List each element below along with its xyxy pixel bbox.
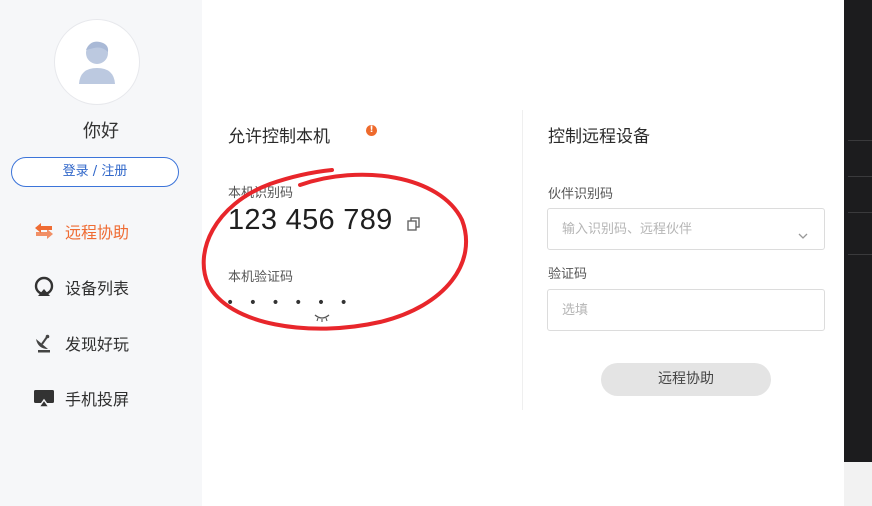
sidebar: 你好 登录 / 注册 远程协助 设备列表 发现好玩 手机投屏 (0, 0, 202, 506)
screen-cast-icon (32, 386, 56, 410)
eye-closed-icon[interactable] (314, 307, 330, 326)
login-register-button[interactable]: 登录 / 注册 (11, 157, 179, 187)
sidebar-item-label: 发现好玩 (65, 335, 130, 354)
remote-assist-button[interactable]: 远程协助 (601, 363, 771, 396)
sidebar-item-remote-assist[interactable]: 远程协助 (32, 219, 129, 243)
background-strip (844, 462, 872, 506)
verify-code-input[interactable] (562, 300, 792, 320)
partner-id-field[interactable] (547, 208, 825, 250)
local-id-label: 本机识别码 (228, 186, 294, 201)
user-avatar-icon (79, 41, 115, 84)
sidebar-item-discover[interactable]: 发现好玩 (32, 331, 129, 355)
sidebar-item-label: 手机投屏 (65, 390, 130, 409)
verify-code-label: 验证码 (548, 267, 588, 282)
warning-dot-icon[interactable]: ! (366, 125, 377, 136)
greeting-text: 你好 (83, 121, 119, 142)
satellite-dish-icon (32, 331, 56, 355)
sidebar-item-device-list[interactable]: 设备列表 (32, 275, 129, 299)
allow-control-title: 允许控制本机 (228, 127, 330, 147)
remote-control-title: 控制远程设备 (548, 127, 650, 147)
local-code-label: 本机验证码 (228, 270, 294, 285)
local-id-value: 123 456 789 (228, 204, 393, 236)
background-window-edge (844, 0, 872, 462)
section-divider (522, 110, 523, 410)
sidebar-item-screen-cast[interactable]: 手机投屏 (32, 386, 129, 410)
device-list-icon (32, 275, 56, 299)
main-panel (202, 0, 844, 506)
swap-arrows-icon (32, 219, 56, 243)
chevron-down-icon[interactable] (798, 225, 808, 244)
sidebar-item-label: 设备列表 (65, 279, 130, 298)
copy-icon[interactable] (406, 216, 422, 236)
local-code-value: • • • • • • (226, 295, 353, 311)
partner-id-input[interactable] (562, 219, 792, 239)
partner-id-label: 伙伴识别码 (548, 187, 614, 202)
sidebar-item-label: 远程协助 (65, 223, 130, 242)
verify-code-field[interactable] (547, 289, 825, 331)
avatar[interactable] (54, 19, 140, 105)
